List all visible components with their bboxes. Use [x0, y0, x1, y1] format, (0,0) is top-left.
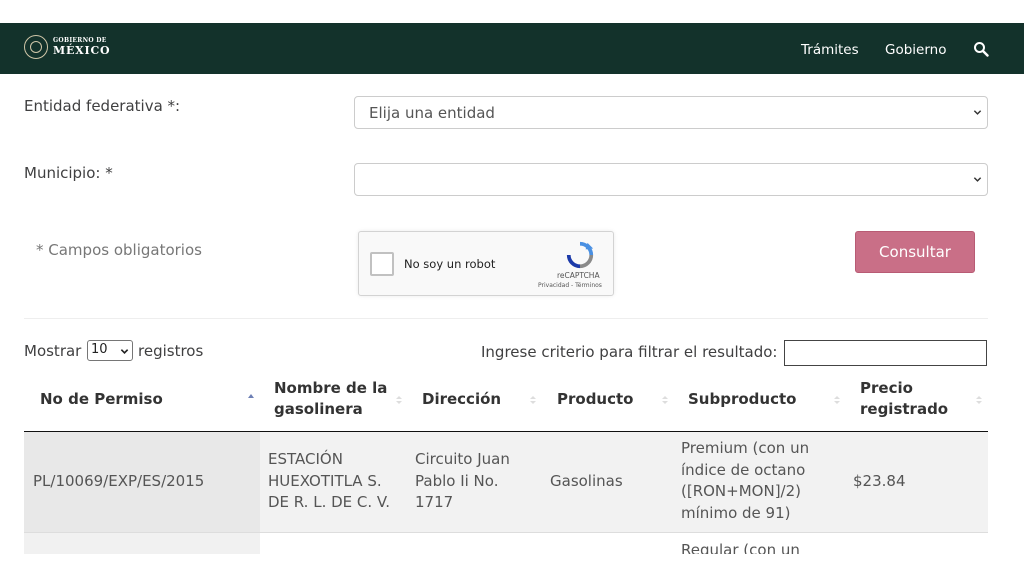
th-subproducto[interactable]: Subproducto — [688, 389, 796, 410]
cell-producto: Gasolinas — [550, 472, 623, 490]
sort-icon — [530, 396, 536, 404]
cell-subproducto: Premium (con un índice de octano ([RON+M… — [681, 439, 810, 522]
nav-gobierno[interactable]: Gobierno — [885, 42, 946, 58]
page-length-value: 10 — [91, 342, 108, 357]
sort-icon — [976, 396, 982, 404]
page-length-select[interactable]: 10 — [87, 340, 133, 361]
cell-permiso: PL/10069/EXP/ES/2015 — [33, 472, 205, 490]
entidad-select-value: Elija una entidad — [369, 104, 495, 122]
bottom-area — [0, 554, 1024, 576]
consultar-button[interactable]: Consultar — [855, 231, 975, 273]
gobierno-logo[interactable]: GOBIERNO DE MÉXICO — [24, 35, 110, 59]
municipio-label: Municipio: * — [24, 164, 113, 182]
sort-icon — [662, 396, 668, 404]
chevron-down-icon — [120, 349, 129, 354]
row-separator — [24, 532, 988, 533]
recaptcha-widget: No soy un robot reCAPTCHA Privacidad - T… — [358, 231, 614, 296]
required-note: * Campos obligatorios — [36, 241, 202, 259]
top-navbar: GOBIERNO DE MÉXICO Trámites Gobierno — [0, 23, 1024, 74]
cell-precio: $23.84 — [853, 472, 906, 490]
captcha-label: No soy un robot — [404, 257, 496, 271]
nav-tramites[interactable]: Trámites — [801, 42, 859, 58]
sort-icon — [396, 396, 402, 404]
divider — [24, 318, 988, 319]
cell-direccion: Circuito Juan Pablo Ii No. 1717 — [415, 450, 510, 511]
th-direccion[interactable]: Dirección — [422, 389, 501, 410]
entidad-select[interactable]: Elija una entidad — [354, 96, 988, 129]
sort-asc-icon — [248, 394, 254, 398]
top-strip — [0, 0, 1024, 23]
th-permiso[interactable]: No de Permiso — [40, 389, 163, 410]
captcha-checkbox[interactable] — [370, 252, 394, 276]
filter-label: Ingrese criterio para filtrar el resulta… — [481, 343, 778, 361]
recaptcha-brand: reCAPTCHA — [557, 271, 600, 280]
th-nombre[interactable]: Nombre de la gasolinera — [274, 378, 394, 420]
chevron-down-icon — [973, 110, 982, 115]
seal-icon — [24, 35, 48, 59]
show-prefix: Mostrar — [24, 342, 82, 360]
sort-icon — [834, 396, 840, 404]
th-precio[interactable]: Precio registrado — [860, 378, 960, 420]
municipio-select[interactable] — [354, 163, 988, 196]
logo-big-text: MÉXICO — [53, 44, 111, 57]
show-suffix: registros — [138, 342, 204, 360]
filter-input[interactable] — [784, 340, 987, 366]
entidad-label: Entidad federativa *: — [24, 97, 181, 115]
cell-subproducto-2: Regular (con un — [681, 541, 800, 554]
recaptcha-logo-icon — [566, 241, 594, 269]
chevron-down-icon — [973, 177, 982, 182]
cell-nombre: ESTACIÓN HUEXOTITLA S. DE R. L. DE C. V. — [268, 450, 391, 511]
th-producto[interactable]: Producto — [557, 389, 633, 410]
search-icon[interactable] — [973, 41, 989, 57]
recaptcha-links[interactable]: Privacidad - Términos — [538, 282, 602, 289]
table-row-partial: Regular (con un — [0, 532, 1024, 554]
